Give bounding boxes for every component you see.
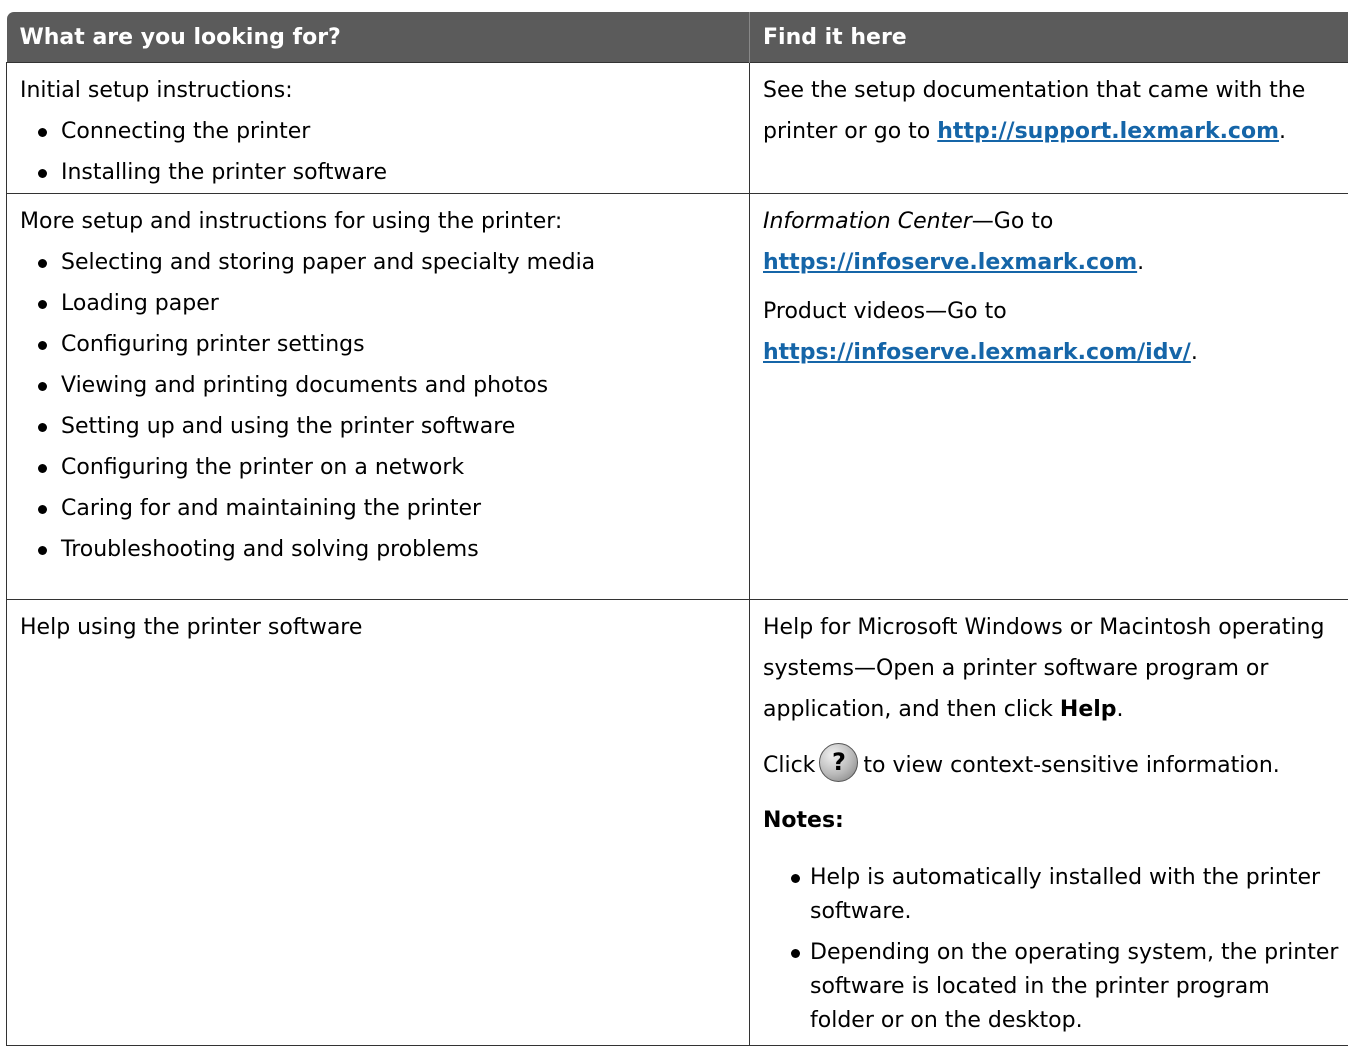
info-center-text: —Go to	[972, 209, 1054, 234]
header-find-it-here: Find it here	[750, 12, 1348, 63]
cell-intro: More setup and instructions for using th…	[20, 201, 739, 242]
cell-intro: Initial setup instructions:	[20, 70, 739, 111]
list-item: Troubleshooting and solving problems	[20, 529, 739, 570]
header-what-looking-for: What are you looking for?	[7, 12, 750, 63]
bullet-list: Selecting and storing paper and specialt…	[20, 242, 739, 570]
list-item: Selecting and storing paper and specialt…	[20, 242, 739, 283]
list-item: Configuring printer settings	[20, 324, 739, 365]
info-center-link-line: https://infoserve.lexmark.com.	[763, 242, 1340, 283]
help-bold: Help	[1060, 697, 1117, 722]
help-os-paragraph: Help for Microsoft Windows or Macintosh …	[763, 607, 1340, 730]
cell-help-software: Help using the printer software	[7, 600, 750, 1046]
notes-list: Help is automatically installed with the…	[763, 861, 1340, 1038]
info-table: What are you looking for? Find it here I…	[6, 12, 1348, 1046]
cell-setup-docs: See the setup documentation that came wi…	[750, 63, 1348, 194]
help-os-text: Help for Microsoft Windows or Macintosh …	[763, 615, 1324, 722]
list-item: Configuring the printer on a network	[20, 447, 739, 488]
cell-info-center: Information Center—Go to https://infoser…	[750, 194, 1348, 600]
list-item: Loading paper	[20, 283, 739, 324]
bullet-list: Connecting the printer Installing the pr…	[20, 111, 739, 193]
table-row: More setup and instructions for using th…	[7, 194, 1348, 600]
info-center-title: Information Center	[763, 209, 972, 234]
table-row: Help using the printer software Help for…	[7, 600, 1348, 1046]
cell-initial-setup: Initial setup instructions: Connecting t…	[7, 63, 750, 194]
note-item: Help is automatically installed with the…	[763, 861, 1340, 929]
notes-label: Notes:	[763, 800, 1340, 841]
videos-link[interactable]: https://infoserve.lexmark.com/idv/	[763, 340, 1191, 365]
list-item: Installing the printer software	[20, 152, 739, 193]
click-word: Click	[763, 753, 815, 778]
list-item: Setting up and using the printer softwar…	[20, 406, 739, 447]
product-videos-link-line: https://infoserve.lexmark.com/idv/.	[763, 332, 1340, 373]
period: .	[1137, 250, 1144, 275]
help-software-text: Help using the printer software	[20, 607, 739, 648]
info-center-line: Information Center—Go to	[763, 201, 1340, 242]
period: .	[1279, 119, 1286, 144]
click-help-line: Click?to view context-sensitive informat…	[763, 744, 1340, 788]
product-videos-text: Product videos—Go to	[763, 291, 1340, 332]
period: .	[1117, 697, 1124, 722]
support-link[interactable]: http://support.lexmark.com	[937, 119, 1279, 144]
table-row: Initial setup instructions: Connecting t…	[7, 63, 1348, 194]
list-item: Caring for and maintaining the printer	[20, 488, 739, 529]
list-item: Viewing and printing documents and photo…	[20, 365, 739, 406]
help-question-icon: ?	[819, 743, 858, 782]
list-item: Connecting the printer	[20, 111, 739, 152]
click-help-text: to view context-sensitive information.	[863, 753, 1279, 778]
table-header-row: What are you looking for? Find it here	[7, 12, 1348, 63]
cell-more-setup: More setup and instructions for using th…	[7, 194, 750, 600]
spacer	[763, 283, 1340, 291]
infoserve-link[interactable]: https://infoserve.lexmark.com	[763, 250, 1137, 275]
period: .	[1191, 340, 1198, 365]
cell-help-info: Help for Microsoft Windows or Macintosh …	[750, 600, 1348, 1046]
note-item: Depending on the operating system, the p…	[763, 936, 1340, 1038]
